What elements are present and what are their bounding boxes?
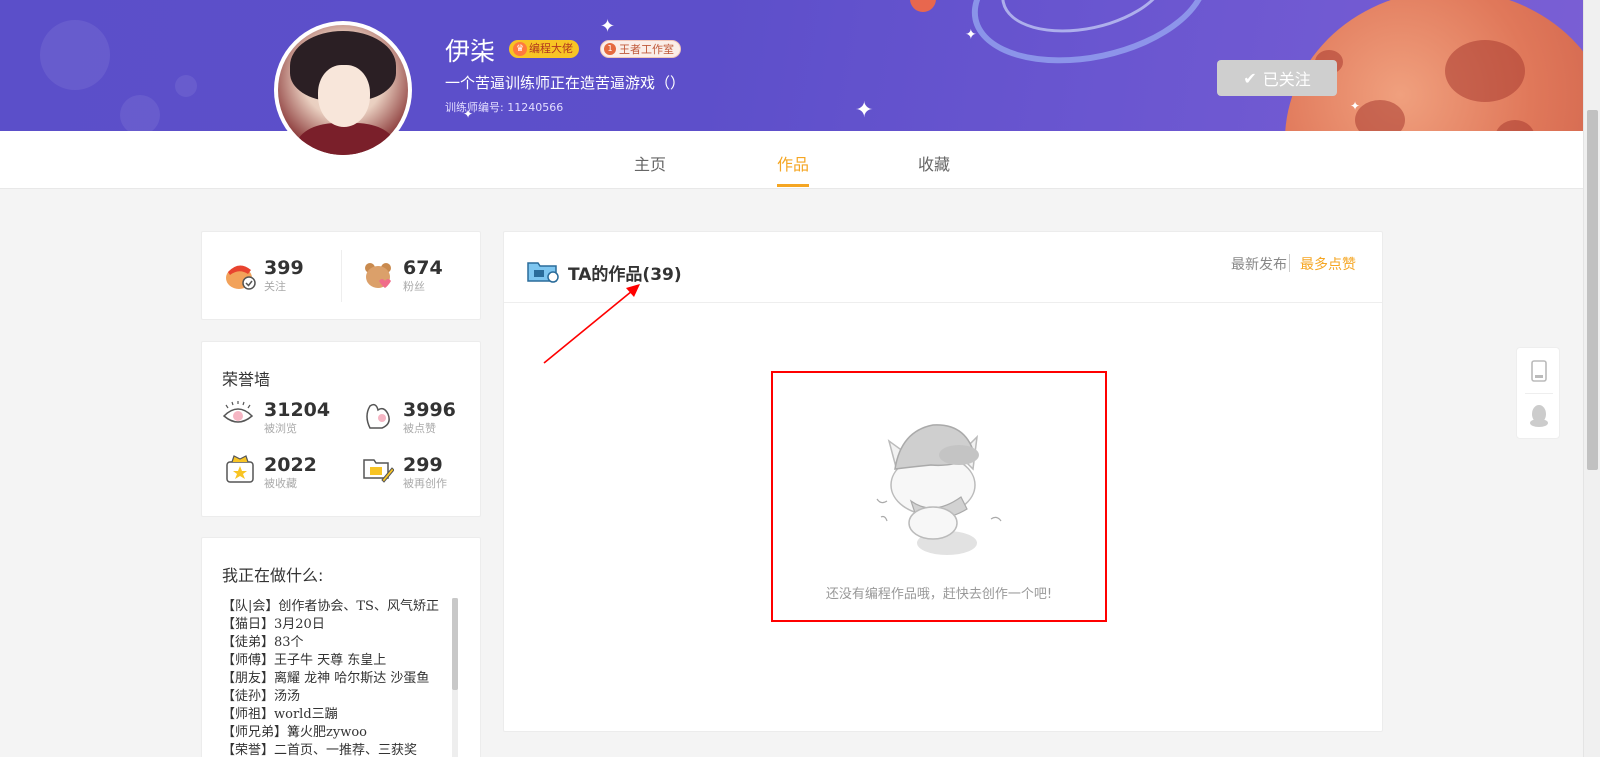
user-bio: 一个苦逼训练师正在造苦逼游戏（） [445, 74, 686, 92]
social-stats-card: 399 关注 674 粉丝 [201, 231, 481, 320]
mobile-icon[interactable] [1531, 360, 1547, 382]
doing-line: 【荣誉】二首页、一推荐、三获奖 [222, 743, 418, 757]
doing-line: 【朋友】离耀 龙神 哈尔斯达 沙蛋鱼 [222, 671, 430, 686]
doing-line: 【徒弟】83个 [222, 635, 304, 650]
remixed-label: 被再创作 [403, 477, 447, 490]
avatar[interactable] [274, 21, 412, 159]
badge-studio[interactable]: 1 王者工作室 [600, 40, 681, 58]
doing-line: 【师傅】王子牛 天尊 东皇上 [222, 653, 387, 668]
doing-title: 我正在做什么: [222, 566, 324, 585]
qq-icon[interactable] [1529, 404, 1549, 428]
doing-textarea[interactable]: 【队|会】创作者协会、TS、风气矫正 【猫日】3月20日 【徒弟】83个 【师傅… [222, 598, 458, 757]
doing-line: 【徒孙】汤汤 [222, 689, 301, 704]
collected-label: 被收藏 [264, 477, 297, 490]
views-label: 被浏览 [264, 422, 297, 435]
doing-scroll-thumb[interactable] [452, 598, 458, 690]
crown-icon: ♛ [513, 42, 527, 56]
badge-label: 王者工作室 [619, 43, 674, 56]
empty-cat-illustration [876, 424, 1002, 555]
divider [341, 250, 342, 302]
fans-icon [365, 263, 391, 288]
remix-icon [363, 459, 394, 483]
badge-coding-master[interactable]: ♛ 编程大佬 [509, 40, 579, 58]
sort-divider [1289, 254, 1290, 272]
eye-icon [222, 401, 254, 423]
honor-wall-title: 荣誉墙 [222, 370, 271, 389]
tab-home[interactable]: 主页 [634, 151, 666, 175]
remixed-count: 299 [403, 454, 443, 476]
studio-rank-icon: 1 [604, 43, 616, 55]
follow-button[interactable]: ✔ 已关注 [1217, 60, 1337, 96]
sparkle-icon: ✦ [965, 27, 977, 43]
follow-icon [226, 265, 256, 290]
small-planet-decoration [910, 0, 936, 12]
likes-count: 3996 [403, 399, 456, 421]
doing-line: 【队|会】创作者协会、TS、风气矫正 [222, 599, 439, 614]
paw-like-icon [366, 403, 390, 429]
sparkle-icon: ✦ [600, 16, 616, 37]
honor-wall-card: 荣誉墙 31204 被浏览 3996 被点赞 2022 被收藏 299 被再创作 [201, 341, 481, 517]
banner-bubble [175, 75, 197, 97]
likes-label: 被点赞 [403, 422, 436, 435]
views-count: 31204 [264, 399, 331, 421]
collect-box-icon [226, 455, 254, 483]
empty-state-highlight: 还没有编程作品哦，赶快去创作一个吧! [771, 371, 1107, 622]
user-name: 伊柒 [445, 37, 496, 66]
sparkle-icon: ✦ [855, 98, 874, 123]
trainer-id: 训练师编号: 11240566 [445, 101, 564, 114]
doing-line: 【师祖】world三蹦 [222, 707, 338, 722]
check-icon: ✔ [1243, 68, 1257, 88]
doing-line: 【猫日】3月20日 [222, 617, 325, 632]
badge-label: 编程大佬 [529, 42, 573, 55]
profile-tabbar: 主页 作品 收藏 [0, 131, 1583, 189]
doing-scrollbar[interactable] [452, 598, 458, 757]
tab-favorites[interactable]: 收藏 [918, 151, 950, 175]
collected-count: 2022 [264, 454, 317, 476]
follow-button-label: 已关注 [1262, 70, 1311, 89]
following-label: 关注 [264, 280, 286, 293]
sort-most-liked-button[interactable]: 最多点赞 [1300, 254, 1356, 274]
active-tab-indicator [777, 184, 809, 187]
sort-latest-button[interactable]: 最新发布 [1231, 254, 1287, 274]
banner-bubble [120, 95, 160, 131]
empty-message: 还没有编程作品哦，赶快去创作一个吧! [825, 587, 1053, 602]
doing-line: 【师兄弟】篝火肥zywoo [222, 725, 367, 740]
tab-works[interactable]: 作品 [777, 151, 809, 175]
following-count[interactable]: 399 [264, 257, 304, 279]
doing-card: 我正在做什么: 【队|会】创作者协会、TS、风气矫正 【猫日】3月20日 【徒弟… [201, 537, 481, 757]
floating-side-toolbar [1516, 347, 1560, 439]
fans-label: 粉丝 [403, 280, 425, 293]
annotation-arrow [543, 284, 640, 364]
sparkle-icon: ✦ [1350, 99, 1361, 113]
page-scrollbar[interactable] [1583, 0, 1600, 757]
divider [1525, 393, 1553, 394]
page-scroll-thumb[interactable] [1587, 110, 1598, 470]
banner-bubble [40, 20, 110, 90]
fans-count[interactable]: 674 [403, 257, 443, 279]
profile-banner: ✦ ✦ ✦ ✦ ✦ 伊柒 ♛ 编程大佬 1 王者工作室 一个苦逼训练师正在造苦逼… [0, 0, 1583, 131]
